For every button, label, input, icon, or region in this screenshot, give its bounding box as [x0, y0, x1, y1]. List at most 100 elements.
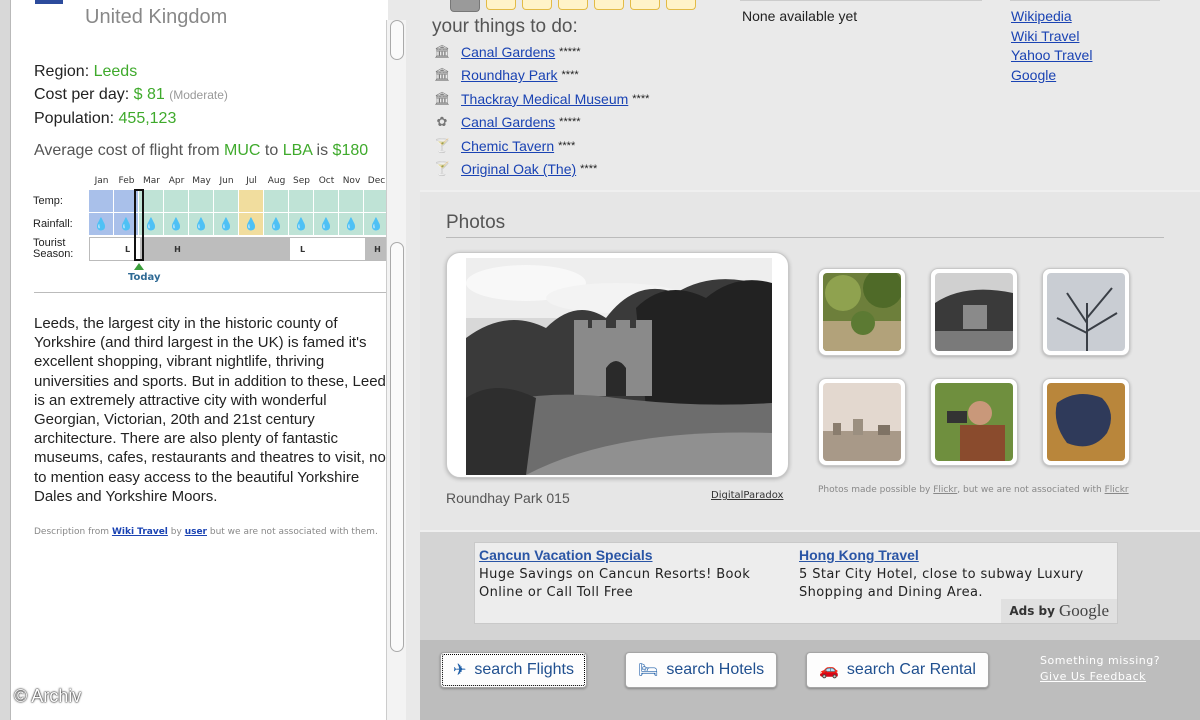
population-value: 455,123	[118, 110, 177, 127]
flickr-link[interactable]: Flickr	[1105, 485, 1129, 495]
divider	[34, 292, 388, 293]
flight-destination: LBA	[282, 142, 313, 159]
external-link[interactable]: Google	[1011, 66, 1092, 86]
temp-label: Temp:	[33, 195, 63, 207]
month-header: Apr	[168, 176, 185, 186]
todo-category-tabs	[450, 0, 696, 12]
month-headers: Jan Feb Mar Apr May Jun Jul Aug Sep Oct Nov Dec	[89, 176, 388, 186]
temp-cell	[239, 190, 264, 212]
photos-section: Photos Roundhay Park 015 DigitalParadox …	[420, 192, 1200, 530]
season-cell	[240, 238, 265, 260]
todo-item-rating: ****	[558, 139, 576, 152]
season-label-line2: Season:	[33, 248, 74, 260]
divider	[446, 237, 1164, 238]
todo-item-link[interactable]: Thackray Medical Museum	[461, 91, 628, 107]
feedback-link[interactable]: Give Us Feedback	[1040, 670, 1146, 683]
country-title: United Kingdom	[85, 6, 228, 28]
ad-title-link[interactable]: Cancun Vacation Specials	[479, 547, 653, 563]
month-header: Jan	[94, 176, 109, 186]
season-cell: L	[290, 238, 315, 260]
todo-item-link[interactable]: Original Oak (The)	[461, 161, 576, 177]
season-cell	[90, 238, 115, 260]
external-link[interactable]: Wikipedia	[1011, 7, 1092, 27]
tab-nature[interactable]	[486, 0, 516, 10]
raindrop-icon: 💧	[214, 213, 239, 235]
todo-heading: your things to do:	[432, 16, 578, 37]
main-photo[interactable]	[466, 258, 772, 475]
todo-item-rating: ****	[580, 163, 598, 176]
tab-nightlife[interactable]	[594, 0, 624, 10]
search-hotels-button[interactable]: 🛏 search Hotels	[625, 652, 778, 688]
temp-cell	[189, 190, 214, 212]
ad-title-link[interactable]: Hong Kong Travel	[799, 547, 919, 563]
note-prefix: Photos made possible by	[818, 485, 931, 495]
temp-cell	[164, 190, 189, 212]
thumbnail-image	[935, 273, 1013, 351]
raindrop-icon: 💧	[314, 213, 339, 235]
raindrop-icon: 💧	[164, 213, 189, 235]
region-value: Leeds	[93, 63, 138, 80]
external-link[interactable]: Yahoo Travel	[1011, 46, 1092, 66]
todo-item: 🏛 Thackray Medical Museum ****	[434, 87, 649, 111]
photo-thumbnail[interactable]	[1042, 268, 1130, 356]
thumbnail-image	[935, 383, 1013, 461]
building-icon: 🏛	[434, 67, 451, 83]
todo-list: 🏛 Canal Gardens ***** 🏛 Roundhay Park **** 🏛 Th…	[434, 40, 649, 181]
raindrop-icon: 💧	[89, 213, 114, 235]
search-flights-button[interactable]: ✈ search Flights	[440, 652, 587, 688]
tab-events[interactable]	[666, 0, 696, 10]
todo-item-link[interactable]: Chemic Tavern	[461, 138, 554, 154]
rainfall-label: Rainfall:	[33, 218, 73, 230]
wiki-travel-credit-link[interactable]: Wiki Travel	[112, 527, 168, 537]
todo-item: 🍸 Chemic Tavern ****	[434, 134, 649, 158]
tab-shopping[interactable]	[558, 0, 588, 10]
ad-text: 5 Star City Hotel, close to subway Luxur…	[799, 567, 1084, 600]
today-label: Today	[128, 272, 161, 283]
main-photo-frame[interactable]	[446, 252, 789, 478]
none-available-text: None available yet	[742, 8, 858, 24]
destination-stats: Region: Leeds Cost per day: $ 81 (Modera…	[34, 60, 228, 130]
scroll-up-handle[interactable]	[390, 20, 404, 60]
season-cell: H	[165, 238, 190, 260]
ads-by-google[interactable]: Ads by Google	[1001, 599, 1117, 623]
todo-item-link[interactable]: Canal Gardens	[461, 114, 555, 130]
flickr-link[interactable]: Flickr	[933, 485, 957, 495]
main-content: your things to do: 🏛 Canal Gardens ***** 🏛 R…	[420, 0, 1200, 720]
scroll-thumb[interactable]	[390, 242, 404, 652]
photo-thumbnail[interactable]	[818, 378, 906, 466]
ads-section: Cancun Vacation Specials Huge Savings on…	[420, 532, 1200, 640]
tab-food[interactable]	[630, 0, 660, 10]
photo-credit-link[interactable]: DigitalParadox	[711, 490, 783, 501]
flight-is-word: is	[316, 142, 329, 159]
flight-cost-line: Average cost of flight from MUC to LBA i…	[34, 142, 368, 160]
photo-thumbnail[interactable]	[818, 268, 906, 356]
thumbnail-image	[1047, 383, 1125, 461]
tab-attractions[interactable]	[450, 0, 480, 12]
todo-item-link[interactable]: Canal Gardens	[461, 44, 555, 60]
photo-thumbnail[interactable]	[930, 268, 1018, 356]
google-logo: Google	[1058, 601, 1109, 620]
raindrop-icon: 💧	[364, 213, 388, 235]
season-cell: H	[365, 238, 388, 260]
divider	[740, 0, 982, 1]
photo-thumbnail[interactable]	[930, 378, 1018, 466]
cost-value: $ 81	[133, 86, 165, 103]
building-icon: 🏛	[434, 43, 451, 59]
today-marker	[134, 189, 144, 261]
cost-row: Cost per day: $ 81 (Moderate)	[34, 83, 228, 107]
search-flights-label: search Flights	[474, 661, 574, 678]
search-car-rental-button[interactable]: 🚗 search Car Rental	[806, 652, 989, 688]
left-panel-scrollbar[interactable]	[386, 20, 406, 720]
user-credit-link[interactable]: user	[185, 527, 207, 537]
ad-cancun[interactable]: Cancun Vacation Specials Huge Savings on…	[479, 545, 769, 602]
temp-cell	[89, 190, 114, 212]
cocktail-icon: 🍸	[434, 161, 451, 177]
todo-item-link[interactable]: Roundhay Park	[461, 67, 558, 83]
month-header: Jun	[219, 176, 234, 186]
photo-thumbnail[interactable]	[1042, 378, 1130, 466]
external-link[interactable]: Wiki Travel	[1011, 27, 1092, 47]
tab-museums[interactable]	[522, 0, 552, 10]
search-hotels-label: search Hotels	[666, 661, 765, 678]
thumbnail-image	[1047, 273, 1125, 351]
ad-hong-kong[interactable]: Hong Kong Travel 5 Star City Hotel, clos…	[799, 545, 1099, 602]
